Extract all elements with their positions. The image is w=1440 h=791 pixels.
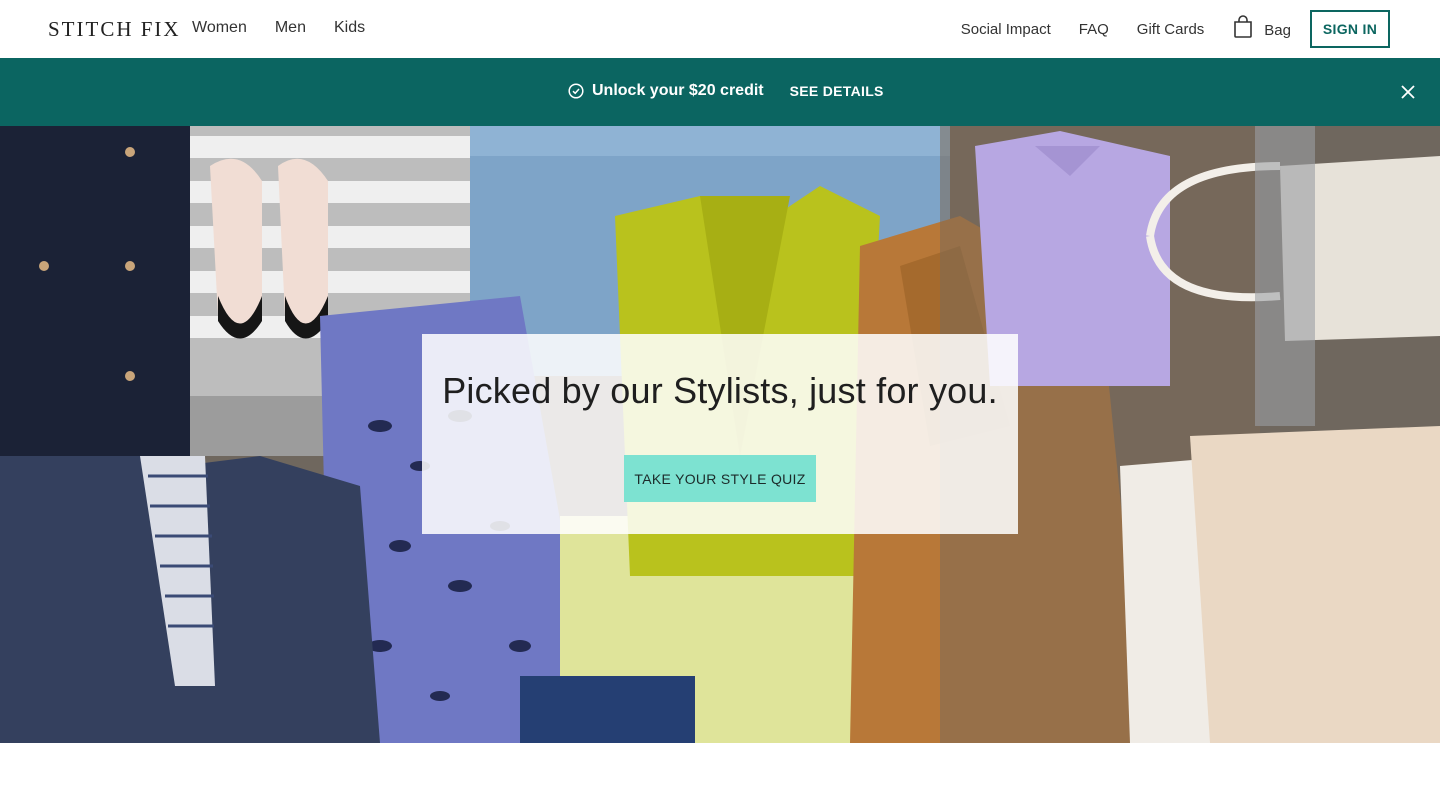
bag-label: Bag xyxy=(1264,22,1291,39)
check-circle-icon xyxy=(568,83,584,99)
bag-icon xyxy=(1234,15,1253,38)
style-quiz-button[interactable]: TAKE YOUR STYLE QUIZ xyxy=(624,455,816,502)
hero-card: Picked by our Stylists, just for you. TA… xyxy=(422,334,1018,534)
hero-headline: Picked by our Stylists, just for you. xyxy=(442,370,998,411)
sign-in-button[interactable]: SIGN IN xyxy=(1310,10,1390,48)
promo-content: Unlock your $20 credit SEE DETAILS xyxy=(568,82,884,100)
promo-message: Unlock your $20 credit xyxy=(592,82,764,99)
primary-nav: Women Men Kids xyxy=(192,19,365,37)
nav-social-impact[interactable]: Social Impact xyxy=(961,21,1051,38)
nav-men[interactable]: Men xyxy=(275,19,306,37)
hero-section: Picked by our Stylists, just for you. TA… xyxy=(0,126,1440,743)
logo[interactable]: STITCH FIX xyxy=(48,17,181,42)
secondary-nav: Social Impact FAQ Gift Cards Bag SIGN IN xyxy=(961,10,1390,48)
see-details-link[interactable]: SEE DETAILS xyxy=(790,83,884,99)
bag-link[interactable]: Bag xyxy=(1232,15,1291,39)
nav-kids[interactable]: Kids xyxy=(334,19,365,37)
close-icon[interactable] xyxy=(1401,85,1415,99)
promo-banner: Unlock your $20 credit SEE DETAILS xyxy=(0,58,1440,126)
nav-gift-cards[interactable]: Gift Cards xyxy=(1137,21,1205,38)
site-header: STITCH FIX Women Men Kids Social Impact … xyxy=(0,0,1440,58)
nav-faq[interactable]: FAQ xyxy=(1079,21,1109,38)
nav-women[interactable]: Women xyxy=(192,19,247,37)
